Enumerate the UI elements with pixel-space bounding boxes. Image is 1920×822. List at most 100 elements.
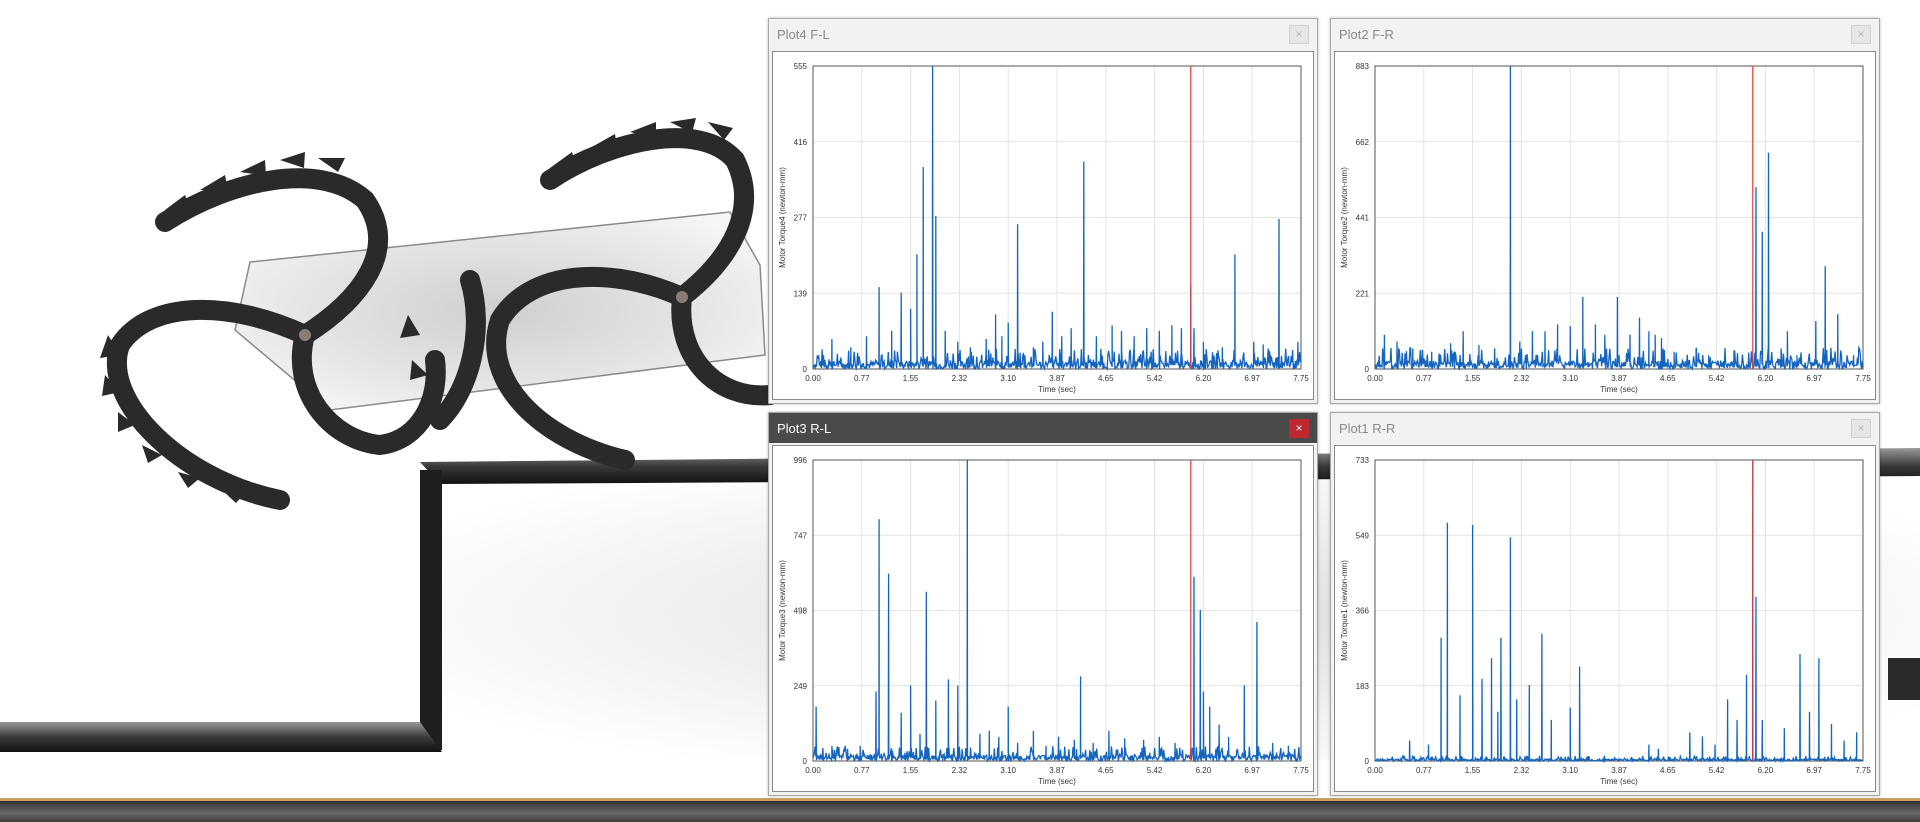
x-tick-label: 3.87 xyxy=(1611,766,1627,775)
x-tick-label: 1.55 xyxy=(1465,766,1481,775)
x-tick-label: 2.32 xyxy=(1514,374,1530,383)
close-button[interactable]: × xyxy=(1289,419,1309,438)
chart-svg[interactable]: 0.00 0.77 1.55 2.32 3.10 3.87 4.65 5.42 6.20 6.97… xyxy=(1335,446,1875,791)
x-tick-label: 5.42 xyxy=(1709,374,1725,383)
y-tick-label: 0 xyxy=(1365,365,1370,374)
close-icon: × xyxy=(1857,421,1865,435)
x-tick-label: 1.55 xyxy=(903,374,919,383)
x-tick-label: 0.77 xyxy=(854,766,870,775)
y-tick-label: 221 xyxy=(1356,289,1370,298)
plot-title: Plot2 F-R xyxy=(1339,27,1394,42)
x-tick-label: 6.20 xyxy=(1758,374,1774,383)
y-tick-label: 883 xyxy=(1356,62,1370,71)
y-tick-label: 0 xyxy=(1365,757,1370,766)
y-axis-label: Motor Torque1 (newton-mm) xyxy=(1340,560,1349,661)
x-axis-label: Time (sec) xyxy=(1600,777,1638,786)
x-tick-label: 4.65 xyxy=(1660,766,1676,775)
x-tick-label: 2.32 xyxy=(1514,766,1530,775)
x-tick-label: 4.65 xyxy=(1660,374,1676,383)
plot-area[interactable]: 0.00 0.77 1.55 2.32 3.10 3.87 4.65 5.42 6.20 6.97… xyxy=(1334,445,1876,792)
plot-window-plot3[interactable]: Plot3 R-L × 0.00 0.77 1.55 2.32 3.10 3.87 4.65… xyxy=(768,412,1318,796)
x-tick-label: 2.32 xyxy=(952,374,968,383)
x-tick-label: 6.97 xyxy=(1244,766,1260,775)
x-tick-label: 5.42 xyxy=(1709,766,1725,775)
close-button[interactable]: × xyxy=(1851,25,1871,44)
y-tick-label: 416 xyxy=(794,138,808,147)
y-axis-label: Motor Torque4 (newton-mm) xyxy=(778,167,787,268)
x-tick-label: 0.77 xyxy=(1416,374,1432,383)
x-tick-label: 0.77 xyxy=(1416,766,1432,775)
y-tick-label: 366 xyxy=(1356,607,1370,616)
close-icon: × xyxy=(1857,27,1865,41)
y-axis-label: Motor Torque2 (newton-mm) xyxy=(1340,167,1349,268)
plot-window-plot4[interactable]: Plot4 F-L × 0.00 0.77 1.55 2.32 3.10 3.87 4.65… xyxy=(768,18,1318,404)
x-tick-label: 5.42 xyxy=(1147,766,1163,775)
y-tick-label: 733 xyxy=(1356,456,1370,465)
x-tick-label: 6.97 xyxy=(1806,766,1822,775)
plot-window-plot1[interactable]: Plot1 R-R × 0.00 0.77 1.55 2.32 3.10 3.87 4.65… xyxy=(1330,412,1880,796)
plot-titlebar[interactable]: Plot4 F-L × xyxy=(769,19,1317,49)
x-tick-label: 7.75 xyxy=(1293,766,1309,775)
plot-title: Plot1 R-R xyxy=(1339,421,1396,436)
x-tick-label: 4.65 xyxy=(1098,374,1114,383)
x-tick-label: 6.20 xyxy=(1196,766,1212,775)
plot-titlebar[interactable]: Plot1 R-R × xyxy=(1331,413,1879,443)
x-tick-label: 0.00 xyxy=(805,766,821,775)
x-tick-label: 5.42 xyxy=(1147,374,1163,383)
x-tick-label: 0.00 xyxy=(1367,374,1383,383)
x-axis-label: Time (sec) xyxy=(1600,385,1638,394)
y-tick-label: 662 xyxy=(1356,138,1370,147)
x-tick-label: 3.10 xyxy=(1562,374,1578,383)
y-tick-label: 498 xyxy=(794,607,808,616)
y-tick-label: 555 xyxy=(794,62,808,71)
x-tick-label: 3.87 xyxy=(1611,374,1627,383)
plot-area[interactable]: 0.00 0.77 1.55 2.32 3.10 3.87 4.65 5.42 6.20 6.97… xyxy=(772,51,1314,400)
chart-svg[interactable]: 0.00 0.77 1.55 2.32 3.10 3.87 4.65 5.42 6.20 6.97… xyxy=(773,52,1313,399)
chart-svg[interactable]: 0.00 0.77 1.55 2.32 3.10 3.87 4.65 5.42 6.20 6.97… xyxy=(773,446,1313,791)
plot-area[interactable]: 0.00 0.77 1.55 2.32 3.10 3.87 4.65 5.42 6.20 6.97… xyxy=(772,445,1314,792)
x-tick-label: 6.20 xyxy=(1196,374,1212,383)
plot-titlebar[interactable]: Plot2 F-R × xyxy=(1331,19,1879,49)
x-tick-label: 7.75 xyxy=(1855,374,1871,383)
y-tick-label: 0 xyxy=(803,757,808,766)
x-tick-label: 0.00 xyxy=(805,374,821,383)
y-tick-label: 747 xyxy=(794,531,808,540)
y-tick-label: 441 xyxy=(1356,214,1370,223)
y-tick-label: 139 xyxy=(794,289,808,298)
x-tick-label: 3.87 xyxy=(1049,374,1065,383)
x-tick-label: 7.75 xyxy=(1855,766,1871,775)
plot-title: Plot4 F-L xyxy=(777,27,830,42)
x-tick-label: 3.87 xyxy=(1049,766,1065,775)
floor-beam xyxy=(0,798,1920,822)
y-axis-label: Motor Torque3 (newton-mm) xyxy=(778,560,787,661)
x-tick-label: 6.97 xyxy=(1806,374,1822,383)
close-icon: × xyxy=(1295,421,1303,435)
x-tick-label: 6.97 xyxy=(1244,374,1260,383)
x-tick-label: 1.55 xyxy=(903,766,919,775)
x-tick-label: 7.75 xyxy=(1293,374,1309,383)
x-tick-label: 6.20 xyxy=(1758,766,1774,775)
y-tick-label: 549 xyxy=(1356,531,1370,540)
x-tick-label: 1.55 xyxy=(1465,374,1481,383)
close-button[interactable]: × xyxy=(1851,419,1871,438)
x-tick-label: 4.65 xyxy=(1098,766,1114,775)
plot-window-plot2[interactable]: Plot2 F-R × 0.00 0.77 1.55 2.32 3.10 3.87 4.65… xyxy=(1330,18,1880,404)
plot-titlebar[interactable]: Plot3 R-L × xyxy=(769,413,1317,443)
close-button[interactable]: × xyxy=(1289,25,1309,44)
y-tick-label: 249 xyxy=(794,682,808,691)
plot-area[interactable]: 0.00 0.77 1.55 2.32 3.10 3.87 4.65 5.42 6.20 6.97… xyxy=(1334,51,1876,400)
x-tick-label: 3.10 xyxy=(1000,766,1016,775)
x-tick-label: 3.10 xyxy=(1562,766,1578,775)
chart-svg[interactable]: 0.00 0.77 1.55 2.32 3.10 3.87 4.65 5.42 6.20 6.97… xyxy=(1335,52,1875,399)
x-tick-label: 3.10 xyxy=(1000,374,1016,383)
close-icon: × xyxy=(1295,27,1303,41)
x-axis-label: Time (sec) xyxy=(1038,777,1076,786)
x-tick-label: 0.00 xyxy=(1367,766,1383,775)
y-tick-label: 0 xyxy=(803,365,808,374)
y-tick-label: 183 xyxy=(1356,682,1370,691)
plot-title: Plot3 R-L xyxy=(777,421,832,436)
x-tick-label: 2.32 xyxy=(952,766,968,775)
y-tick-label: 277 xyxy=(794,214,808,223)
y-tick-label: 996 xyxy=(794,456,808,465)
x-axis-label: Time (sec) xyxy=(1038,385,1076,394)
